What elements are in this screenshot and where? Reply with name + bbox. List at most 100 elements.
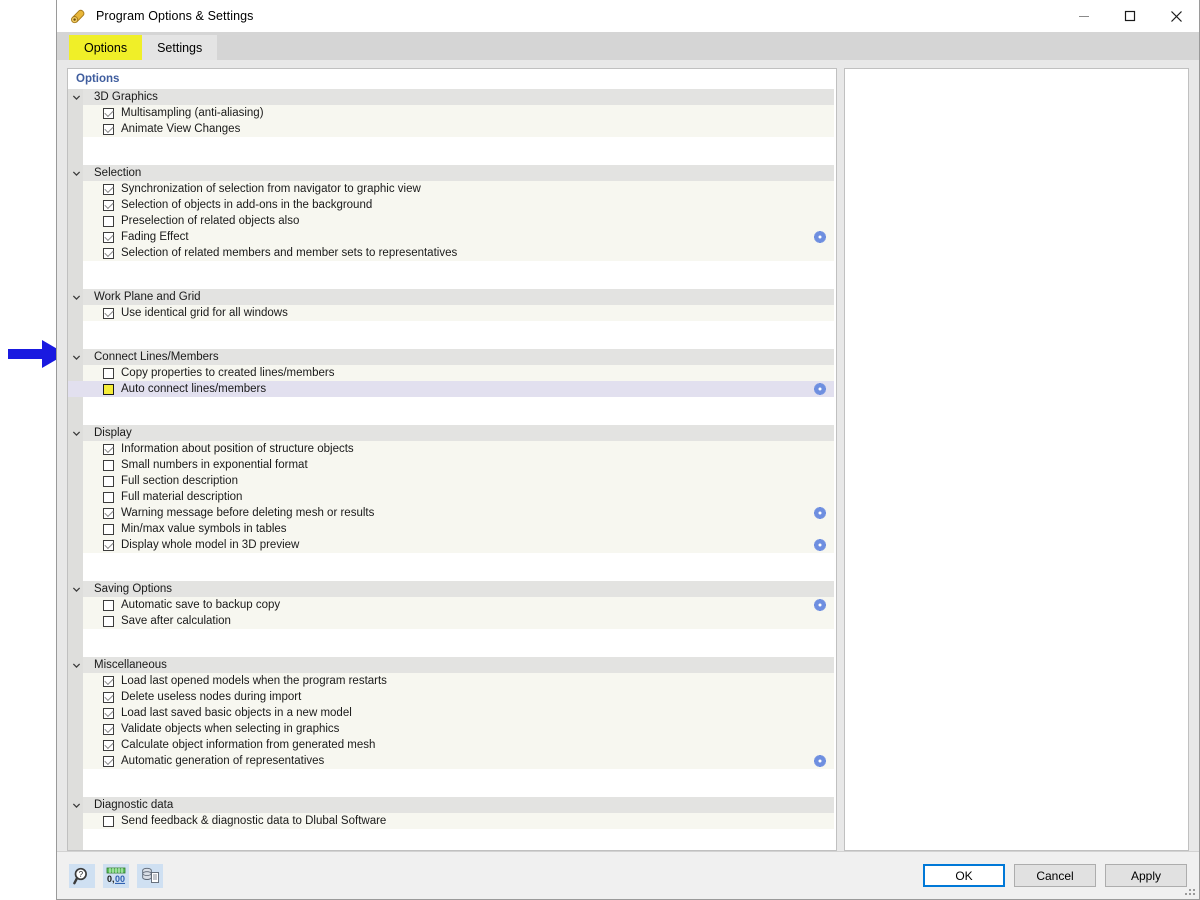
checkbox[interactable]	[103, 308, 114, 319]
checkbox[interactable]	[103, 216, 114, 227]
options-group-header[interactable]: Display	[68, 425, 834, 441]
option-label: Save after calculation	[121, 615, 231, 627]
options-group-header[interactable]: Saving Options	[68, 581, 834, 597]
checkbox[interactable]	[103, 816, 114, 827]
number-format-button[interactable]: 0, 00	[103, 864, 129, 888]
group-end-spacer	[68, 137, 834, 149]
checkbox[interactable]	[103, 492, 114, 503]
apply-button[interactable]: Apply	[1105, 864, 1187, 887]
checkbox[interactable]	[103, 368, 114, 379]
tree-gutter	[68, 769, 83, 781]
tab-options[interactable]: Options	[69, 35, 142, 60]
option-row[interactable]: Animate View Changes	[68, 121, 834, 137]
checkbox[interactable]	[103, 740, 114, 751]
checkbox[interactable]	[103, 524, 114, 535]
checkbox[interactable]	[103, 508, 114, 519]
minimize-button[interactable]	[1061, 0, 1107, 32]
option-row[interactable]: Load last opened models when the program…	[68, 673, 834, 689]
option-row[interactable]: Fading Effect	[68, 229, 834, 245]
group-collapse-toggle[interactable]	[70, 425, 83, 441]
options-group-header[interactable]: Work Plane and Grid	[68, 289, 834, 305]
option-row[interactable]: Preselection of related objects also	[68, 213, 834, 229]
cancel-button[interactable]: Cancel	[1014, 864, 1096, 887]
row-content	[83, 149, 834, 165]
database-export-button[interactable]	[137, 864, 163, 888]
group-collapse-toggle[interactable]	[70, 581, 83, 597]
option-row[interactable]: Automatic save to backup copy	[68, 597, 834, 613]
checkbox[interactable]	[103, 200, 114, 211]
checkbox[interactable]	[103, 232, 114, 243]
checkbox[interactable]	[103, 600, 114, 611]
gear-icon[interactable]	[814, 383, 826, 395]
group-collapse-toggle[interactable]	[70, 89, 83, 105]
option-row[interactable]: Display whole model in 3D preview	[68, 537, 834, 553]
checkbox[interactable]	[103, 460, 114, 471]
ok-button[interactable]: OK	[923, 864, 1005, 887]
gear-icon[interactable]	[814, 231, 826, 243]
option-row[interactable]: Delete useless nodes during import	[68, 689, 834, 705]
group-collapse-toggle[interactable]	[70, 349, 83, 365]
options-group-header[interactable]: 3D Graphics	[68, 89, 834, 105]
checkbox[interactable]	[103, 756, 114, 767]
option-row[interactable]: Synchronization of selection from naviga…	[68, 181, 834, 197]
option-label: Full section description	[121, 475, 238, 487]
option-row[interactable]: Copy properties to created lines/members	[68, 365, 834, 381]
option-label: Load last opened models when the program…	[121, 675, 387, 687]
checkbox[interactable]	[103, 708, 114, 719]
checkbox[interactable]	[103, 616, 114, 627]
option-row[interactable]: Information about position of structure …	[68, 441, 834, 457]
option-row[interactable]: Small numbers in exponential format	[68, 457, 834, 473]
option-row[interactable]: Load last saved basic objects in a new m…	[68, 705, 834, 721]
option-row[interactable]: Use identical grid for all windows	[68, 305, 834, 321]
option-row[interactable]: Min/max value symbols in tables	[68, 521, 834, 537]
option-label: Auto connect lines/members	[121, 383, 266, 395]
resize-grip[interactable]	[1185, 885, 1197, 897]
options-group-header[interactable]: Diagnostic data	[68, 797, 834, 813]
checkbox[interactable]	[103, 184, 114, 195]
close-button[interactable]	[1153, 0, 1199, 32]
gear-icon[interactable]	[814, 539, 826, 551]
gear-icon[interactable]	[814, 755, 826, 767]
option-row[interactable]: Multisampling (anti-aliasing)	[68, 105, 834, 121]
checkbox[interactable]	[103, 724, 114, 735]
options-group-header[interactable]: Miscellaneous	[68, 657, 834, 673]
group-collapse-toggle[interactable]	[70, 289, 83, 305]
checkbox[interactable]	[103, 124, 114, 135]
option-row[interactable]: Warning message before deleting mesh or …	[68, 505, 834, 521]
checkbox[interactable]	[103, 540, 114, 551]
gear-icon[interactable]	[814, 507, 826, 519]
tree-gutter	[68, 841, 83, 850]
tab-settings[interactable]: Settings	[142, 35, 217, 60]
option-row[interactable]: Save after calculation	[68, 613, 834, 629]
option-row[interactable]: Send feedback & diagnostic data to Dluba…	[68, 813, 834, 829]
checkbox[interactable]	[103, 108, 114, 119]
svg-text:0,: 0,	[107, 874, 115, 884]
checkbox[interactable]	[103, 676, 114, 687]
options-group-header[interactable]: Connect Lines/Members	[68, 349, 834, 365]
row-content: Automatic save to backup copy	[83, 597, 834, 613]
option-row[interactable]: Selection of objects in add-ons in the b…	[68, 197, 834, 213]
option-row[interactable]: Auto connect lines/members	[68, 381, 834, 397]
option-row[interactable]: Full section description	[68, 473, 834, 489]
option-row[interactable]: Full material description	[68, 489, 834, 505]
group-collapse-toggle[interactable]	[70, 657, 83, 673]
group-label: 3D Graphics	[83, 91, 158, 103]
checkbox[interactable]	[103, 248, 114, 259]
group-collapse-toggle[interactable]	[70, 797, 83, 813]
checkbox[interactable]	[103, 384, 114, 395]
options-group-header[interactable]: Selection	[68, 165, 834, 181]
checkbox[interactable]	[103, 476, 114, 487]
maximize-button[interactable]	[1107, 0, 1153, 32]
option-row[interactable]: Selection of related members and member …	[68, 245, 834, 261]
option-row[interactable]: Calculate object information from genera…	[68, 737, 834, 753]
checkbox[interactable]	[103, 692, 114, 703]
group-collapse-toggle[interactable]	[70, 165, 83, 181]
option-row[interactable]: Automatic generation of representatives	[68, 753, 834, 769]
search-help-button[interactable]: ?	[69, 864, 95, 888]
options-scroll-area[interactable]: 3D Graphics Multisampling (anti-aliasing)…	[68, 89, 836, 850]
chevron-down-icon	[72, 585, 81, 594]
checkbox[interactable]	[103, 444, 114, 455]
group-label: Work Plane and Grid	[83, 291, 201, 303]
gear-icon[interactable]	[814, 599, 826, 611]
option-row[interactable]: Validate objects when selecting in graph…	[68, 721, 834, 737]
